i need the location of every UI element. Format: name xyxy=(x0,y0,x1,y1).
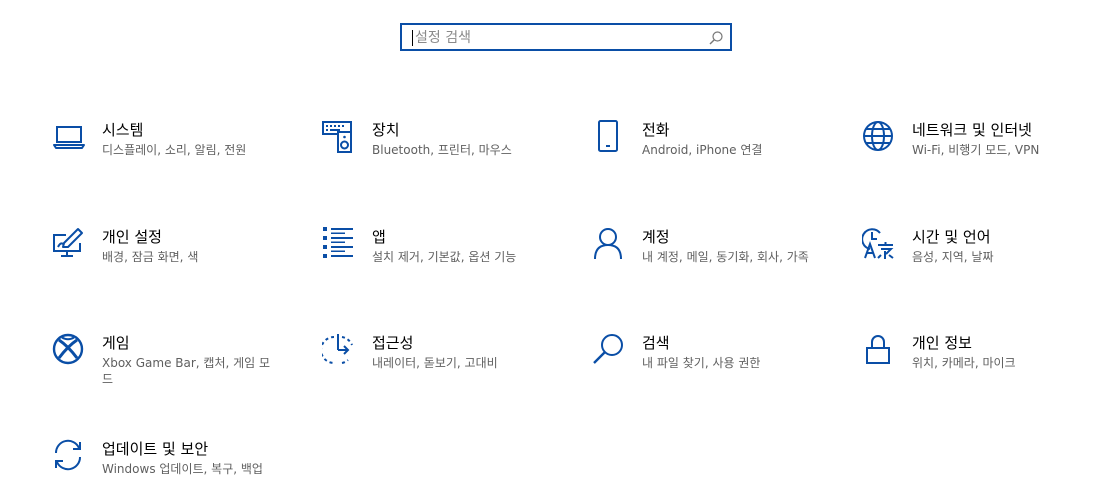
tile-description: 음성, 지역, 날짜 xyxy=(912,250,994,264)
tile-apps[interactable]: 앱 설치 제거, 기본값, 옵션 기능 xyxy=(322,227,562,297)
tile-title: 업데이트 및 보안 xyxy=(102,440,209,458)
tile-privacy[interactable]: 개인 정보 위치, 카메라, 마이크 xyxy=(862,333,1102,403)
tile-accounts[interactable]: 계정 내 계정, 메일, 동기화, 회사, 가족 xyxy=(592,227,832,297)
tile-personalization[interactable]: 개인 설정 배경, 잠금 화면, 색 xyxy=(52,227,292,297)
tile-description: 배경, 잠금 화면, 색 xyxy=(102,250,199,264)
text-cursor xyxy=(412,30,413,46)
search-placeholder: 설정 검색 xyxy=(415,30,471,46)
tile-description: Windows 업데이트, 복구, 백업 xyxy=(102,462,263,476)
tile-title: 시간 및 언어 xyxy=(912,228,991,246)
tile-description: 디스플레이, 소리, 알림, 전원 xyxy=(102,143,247,157)
tile-title: 접근성 xyxy=(372,334,414,352)
lock-icon xyxy=(862,333,896,367)
pen-monitor-icon xyxy=(52,227,86,261)
tile-description: Bluetooth, 프린터, 마우스 xyxy=(372,143,512,157)
tile-description: 위치, 카메라, 마이크 xyxy=(912,356,1016,370)
search-icon xyxy=(592,333,626,367)
tile-network[interactable]: 네트워크 및 인터넷 Wi-Fi, 비행기 모드, VPN xyxy=(862,120,1102,190)
tile-description: 내레이터, 돋보기, 고대비 xyxy=(372,356,498,370)
settings-home: 설정 검색 시스템 디스플레이, 소리, 알림, 전원 장치 Bluetooth… xyxy=(0,0,1108,497)
phone-icon xyxy=(592,120,626,154)
tile-description: Xbox Game Bar, 캡처, 게임 모드 xyxy=(102,356,271,386)
tile-description: Android, iPhone 연결 xyxy=(642,143,763,157)
laptop-icon xyxy=(52,120,86,154)
tile-description: 설치 제거, 기본값, 옵션 기능 xyxy=(372,250,517,264)
tile-title: 전화 xyxy=(642,121,670,139)
xbox-icon xyxy=(52,333,86,367)
tile-ease-of-access[interactable]: 접근성 내레이터, 돋보기, 고대비 xyxy=(322,333,562,403)
time-language-icon xyxy=(862,227,896,261)
tile-title: 게임 xyxy=(102,334,130,352)
ease-of-access-icon xyxy=(322,333,356,367)
person-icon xyxy=(592,227,626,261)
tile-time-language[interactable]: 시간 및 언어 음성, 지역, 날짜 xyxy=(862,227,1102,297)
tile-title: 계정 xyxy=(642,228,670,246)
app-list-icon xyxy=(322,227,356,261)
tile-title: 검색 xyxy=(642,334,670,352)
sync-icon xyxy=(52,439,86,473)
tile-gaming[interactable]: 게임 Xbox Game Bar, 캡처, 게임 모드 xyxy=(52,333,292,403)
keyboard-speaker-icon xyxy=(322,120,356,154)
tile-devices[interactable]: 장치 Bluetooth, 프린터, 마우스 xyxy=(322,120,562,190)
tile-title: 시스템 xyxy=(102,121,144,139)
tile-title: 개인 정보 xyxy=(912,334,972,352)
tile-description: 내 파일 찾기, 사용 권한 xyxy=(642,356,761,370)
tile-description: Wi-Fi, 비행기 모드, VPN xyxy=(912,143,1040,157)
tile-description: 내 계정, 메일, 동기화, 회사, 가족 xyxy=(642,250,809,264)
search-icon[interactable] xyxy=(708,30,724,46)
tile-title: 장치 xyxy=(372,121,400,139)
globe-icon xyxy=(862,120,896,154)
tile-system[interactable]: 시스템 디스플레이, 소리, 알림, 전원 xyxy=(52,120,292,190)
tile-title: 네트워크 및 인터넷 xyxy=(912,121,1032,139)
tile-title: 앱 xyxy=(372,228,386,246)
tile-title: 개인 설정 xyxy=(102,228,162,246)
tile-search[interactable]: 검색 내 파일 찾기, 사용 권한 xyxy=(592,333,832,403)
tile-update-security[interactable]: 업데이트 및 보안 Windows 업데이트, 복구, 백업 xyxy=(52,439,292,497)
tile-phone[interactable]: 전화 Android, iPhone 연결 xyxy=(592,120,832,190)
search-input[interactable]: 설정 검색 xyxy=(400,23,732,51)
